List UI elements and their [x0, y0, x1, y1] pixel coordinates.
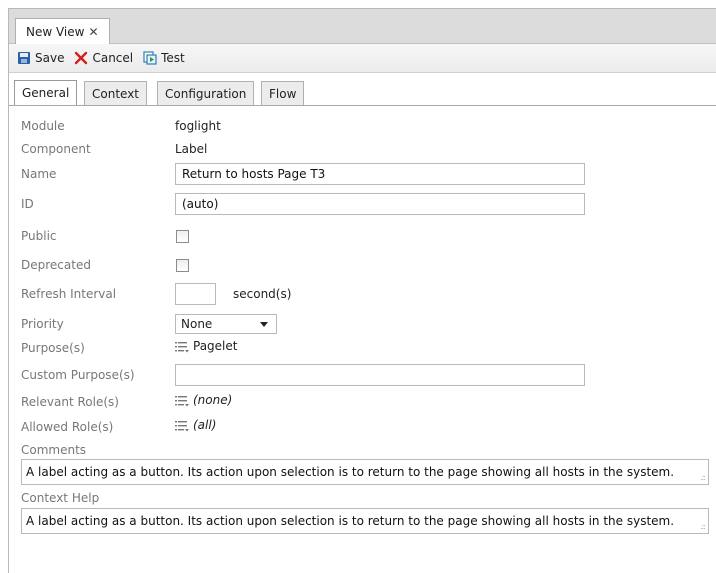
list-select-icon — [175, 395, 190, 407]
allowed-role-label: Allowed Role(s) — [21, 420, 114, 434]
view-tabstrip: New View ✕ — [9, 9, 716, 44]
deprecated-checkbox[interactable] — [176, 259, 189, 272]
allowed-role-value: (all) — [193, 418, 217, 432]
name-field[interactable]: Return to hosts Page T3 — [175, 163, 585, 185]
refresh-interval-label: Refresh Interval — [21, 287, 117, 301]
tab-label: New View — [26, 24, 85, 39]
deprecated-label: Deprecated — [21, 258, 91, 272]
custom-purpose-label: Custom Purpose(s) — [21, 368, 135, 382]
component-label: Component — [21, 142, 91, 156]
save-label: Save — [35, 51, 65, 65]
comments-value: A label acting as a button. Its action u… — [26, 465, 675, 479]
priority-value: None — [181, 317, 213, 331]
tab-context[interactable]: Context — [84, 81, 148, 105]
component-value: Label — [175, 142, 208, 156]
context-help-label: Context Help — [21, 491, 100, 505]
allowed-role-selector[interactable]: (all) — [175, 418, 216, 432]
list-select-icon — [175, 341, 190, 353]
test-label: Test — [161, 51, 185, 65]
priority-label: Priority — [21, 317, 64, 331]
public-label: Public — [21, 229, 57, 243]
custom-purpose-field[interactable] — [175, 364, 585, 386]
resize-grip-icon[interactable]: .:: — [700, 473, 706, 482]
cancel-label: Cancel — [92, 51, 134, 65]
context-help-value: A label acting as a button. Its action u… — [26, 514, 675, 528]
tab-configuration[interactable]: Configuration — [157, 81, 255, 105]
x-icon — [74, 51, 88, 65]
editor-tabs: General Context Configuration Flow — [9, 79, 716, 106]
context-help-textarea[interactable]: A label acting as a button. Its action u… — [21, 508, 709, 534]
relevant-role-selector[interactable]: (none) — [175, 393, 232, 407]
save-button[interactable]: Save — [17, 51, 64, 65]
module-label: Module — [21, 119, 65, 133]
module-value: foglight — [175, 119, 221, 133]
priority-select[interactable]: None — [175, 314, 277, 334]
relevant-role-value: (none) — [193, 393, 233, 407]
refresh-interval-unit: second(s) — [233, 287, 292, 301]
id-field[interactable]: (auto) — [175, 193, 585, 215]
refresh-interval-field[interactable] — [175, 283, 216, 305]
comments-label: Comments — [21, 443, 87, 457]
test-button[interactable]: Test — [143, 51, 185, 65]
purpose-label: Purpose(s) — [21, 341, 85, 355]
tab-general[interactable]: General — [14, 80, 78, 105]
view-editor: New View ✕ Save Cancel Test General Cont… — [8, 8, 716, 573]
resize-grip-icon[interactable]: .:: — [700, 522, 706, 531]
test-run-icon — [143, 51, 157, 65]
id-label: ID — [21, 197, 34, 211]
purpose-value: Pagelet — [193, 339, 238, 353]
list-select-icon — [175, 420, 190, 432]
name-label: Name — [21, 167, 57, 181]
tab-flow[interactable]: Flow — [261, 81, 305, 105]
floppy-disk-icon — [17, 51, 31, 65]
toolbar: Save Cancel Test — [9, 44, 716, 73]
close-icon[interactable]: ✕ — [88, 25, 98, 39]
public-checkbox[interactable] — [176, 230, 189, 243]
chevron-down-icon — [260, 322, 268, 327]
comments-textarea[interactable]: A label acting as a button. Its action u… — [21, 459, 709, 485]
cancel-button[interactable]: Cancel — [74, 51, 133, 65]
purpose-selector[interactable]: Pagelet — [175, 339, 237, 353]
relevant-role-label: Relevant Role(s) — [21, 395, 119, 409]
tab-new-view[interactable]: New View ✕ — [15, 18, 110, 44]
